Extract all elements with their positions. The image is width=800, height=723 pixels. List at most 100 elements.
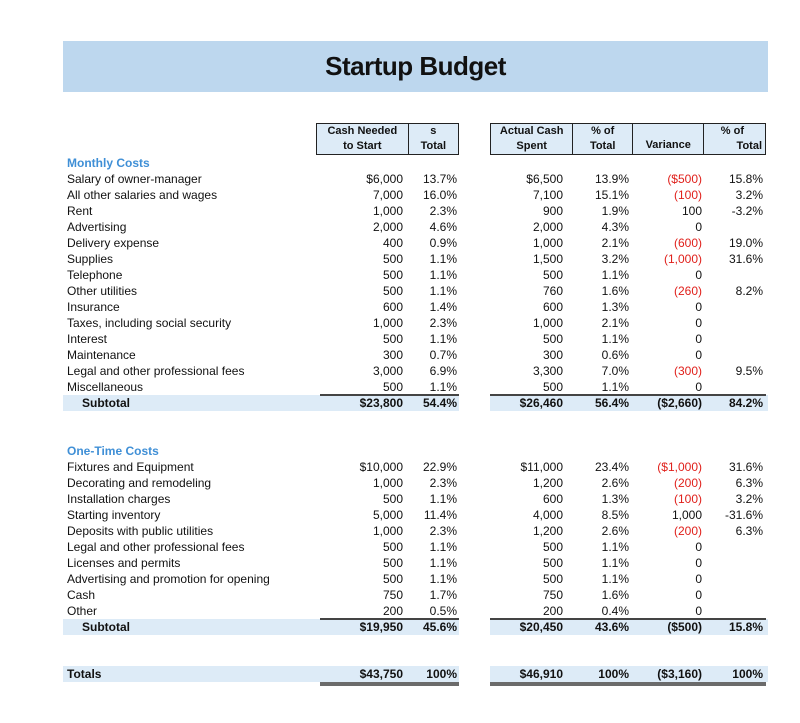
actual-cash-value: 600 <box>542 492 563 506</box>
row-label: Subtotal <box>82 396 130 410</box>
variance-value: 100 <box>681 204 702 218</box>
row-label: Totals <box>67 667 102 681</box>
cash-needed-value: 500 <box>382 284 403 298</box>
variance-value: 0 <box>695 348 702 362</box>
table-row: Delivery expense 400 0.9% 1,000 2.1% (600) 19.… <box>63 235 768 251</box>
row-label: Deposits with public utilities <box>67 524 214 538</box>
pct-total-2-value: 1.1% <box>601 268 629 282</box>
actual-cash-value: $26,460 <box>519 396 563 410</box>
row-label: Miscellaneous <box>67 380 144 394</box>
row-label: Fixtures and Equipment <box>67 460 194 474</box>
variance-value: (260) <box>673 284 702 298</box>
cash-needed-value: 1,000 <box>372 524 403 538</box>
totals-underline-left <box>320 682 459 686</box>
pct-total-2-value: 100% <box>598 667 629 681</box>
pct-total-1-value: 0.5% <box>429 604 457 618</box>
actual-cash-value: 600 <box>542 300 563 314</box>
pct-total-2-value: 1.9% <box>601 204 629 218</box>
pct-total-2-value: 4.3% <box>601 220 629 234</box>
cash-needed-value: 200 <box>382 604 403 618</box>
actual-cash-value: 500 <box>542 540 563 554</box>
onetime-subtotal-row: Subtotal $19,950 45.6% $20,450 43.6% ($500) 15… <box>63 619 768 635</box>
pct-total-3-value: -3.2% <box>731 204 763 218</box>
pct-total-2-value: 15.1% <box>594 188 629 202</box>
pct-total-2-value: 1.3% <box>601 492 629 506</box>
variance-value: 1,000 <box>671 508 702 522</box>
actual-cash-value: 1,000 <box>532 236 563 250</box>
cash-needed-value: 400 <box>382 236 403 250</box>
pct-total-1-value: 0.9% <box>429 236 457 250</box>
table-row: Legal and other professional fees 500 1.1%… <box>63 539 768 555</box>
pct-total-1-value: 100% <box>426 667 457 681</box>
table-row: Installation charges 500 1.1% 600 1.3% (100) 3… <box>63 491 768 507</box>
variance-value: ($500) <box>667 172 702 186</box>
pct-total-3-value: 6.3% <box>735 476 763 490</box>
pct-total-1-value: 22.9% <box>422 460 457 474</box>
actual-cash-value: 4,000 <box>532 508 563 522</box>
actual-cash-value: 7,100 <box>532 188 563 202</box>
row-label: Cash <box>67 588 96 602</box>
actual-cash-value: 1,200 <box>532 476 563 490</box>
pct-total-3-value: 31.6% <box>728 460 763 474</box>
pct-total-3-value: 9.5% <box>735 364 763 378</box>
pct-total-3-value: 8.2% <box>735 284 763 298</box>
pct-total-2-value: 1.1% <box>601 540 629 554</box>
header-actual-cash: Actual Cash Spent <box>491 124 574 154</box>
actual-cash-value: $11,000 <box>520 460 564 474</box>
pct-total-2-value: 2.1% <box>601 236 629 250</box>
row-label: Salary of owner-manager <box>67 172 202 186</box>
pct-total-2-value: 7.0% <box>601 364 629 378</box>
variance-value: (200) <box>673 476 702 490</box>
header-pct-total-3: % of Total <box>720 125 763 152</box>
row-label: Taxes, including social security <box>67 316 232 330</box>
cash-needed-value: 7,000 <box>372 188 403 202</box>
pct-total-3-value: 6.3% <box>735 524 763 538</box>
row-label: Supplies <box>67 252 114 266</box>
header-pct-total-2: % of Total <box>573 124 633 154</box>
cash-needed-value: 500 <box>382 268 403 282</box>
table-row: Maintenance 300 0.7% 300 0.6% 0 <box>63 347 768 363</box>
header-group-actual: Actual Cash Spent % of Total Variance % … <box>490 123 766 155</box>
variance-value: 0 <box>695 268 702 282</box>
section-title-monthly: Monthly Costs <box>67 156 150 170</box>
actual-cash-value: 500 <box>542 332 563 346</box>
pct-total-3-value: 15.8% <box>728 172 763 186</box>
row-label: Maintenance <box>67 348 136 362</box>
actual-cash-value: 200 <box>542 604 563 618</box>
cash-needed-value: 600 <box>382 300 403 314</box>
cash-needed-value: 500 <box>382 380 403 394</box>
pct-total-2-value: 8.5% <box>601 508 629 522</box>
cash-needed-value: $43,750 <box>359 667 403 681</box>
pct-total-3-value: 3.2% <box>735 188 763 202</box>
header-pct-total-1: s Total <box>420 125 447 152</box>
variance-value: 0 <box>695 316 702 330</box>
actual-cash-value: 750 <box>542 588 563 602</box>
variance-value: (100) <box>673 188 702 202</box>
actual-cash-value: $20,450 <box>519 620 563 634</box>
row-label: Starting inventory <box>67 508 161 522</box>
variance-value: 0 <box>695 604 702 618</box>
pct-total-1-value: 54.4% <box>422 396 457 410</box>
pct-total-1-value: 13.7% <box>422 172 457 186</box>
variance-value: ($3,160) <box>657 667 702 681</box>
pct-total-2-value: 3.2% <box>601 252 629 266</box>
variance-value: 0 <box>695 572 702 586</box>
row-label: Advertising <box>67 220 127 234</box>
pct-total-1-value: 1.1% <box>429 252 457 266</box>
table-row: Supplies 500 1.1% 1,500 3.2% (1,000) 31.6% <box>63 251 768 267</box>
row-label: Interest <box>67 332 108 346</box>
cash-needed-value: 750 <box>382 588 403 602</box>
cash-needed-value: 300 <box>382 348 403 362</box>
pct-total-1-value: 6.9% <box>429 364 457 378</box>
pct-total-3-value: 3.2% <box>735 492 763 506</box>
pct-total-1-value: 2.3% <box>429 204 457 218</box>
pct-total-1-value: 1.1% <box>429 380 457 394</box>
table-row: Advertising and promotion for opening 500… <box>63 571 768 587</box>
table-row: Advertising 2,000 4.6% 2,000 4.3% 0 <box>63 219 768 235</box>
row-label: Subtotal <box>82 620 130 634</box>
totals-row: Totals $43,750 100% $46,910 100% ($3,160) 100% <box>63 666 768 682</box>
variance-value: 0 <box>695 300 702 314</box>
actual-cash-value: 500 <box>542 572 563 586</box>
table-row: Taxes, including social security 1,000 2.3… <box>63 315 768 331</box>
row-label: Installation charges <box>67 492 171 506</box>
